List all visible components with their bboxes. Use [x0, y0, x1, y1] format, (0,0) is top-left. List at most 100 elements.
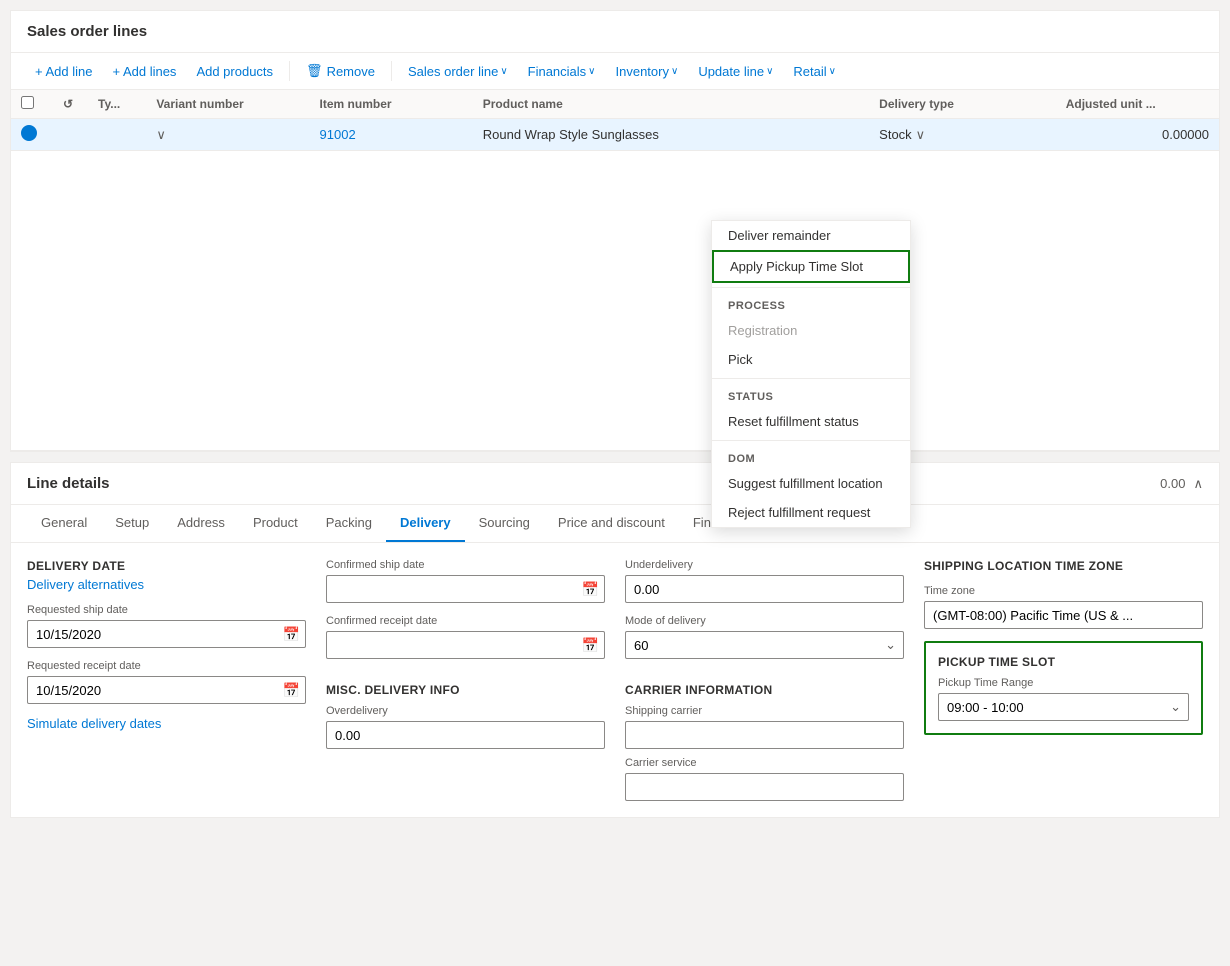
chevron-down-icon: ∨ — [766, 66, 773, 77]
shipping-carrier-input[interactable] — [625, 721, 904, 749]
update-line-button[interactable]: Update line ∨ — [690, 60, 781, 83]
toolbar-separator-2 — [391, 61, 392, 81]
dropdown-reject-fulfillment-request[interactable]: Reject fulfillment request — [712, 498, 910, 527]
table-row[interactable]: ∨ 91002 Round Wrap Style Sunglasses Stoc… — [11, 119, 1219, 151]
pickup-time-slot-label: PICKUP TIME SLOT — [938, 655, 1189, 669]
update-line-dropdown: Deliver remainder Apply Pickup Time Slot… — [711, 220, 911, 528]
pickup-time-slot-box: PICKUP TIME SLOT Pickup Time Range 09:00… — [924, 641, 1203, 735]
chevron-down-icon: ∨ — [671, 66, 678, 77]
mode-of-delivery-label: Mode of delivery — [625, 615, 904, 627]
delivery-date-group: DELIVERY DATE Delivery alternatives — [27, 559, 306, 592]
carrier-info-group: CARRIER INFORMATION — [625, 683, 904, 697]
line-details-value: 0.00 — [1160, 476, 1185, 491]
col-type: Ty... — [88, 90, 146, 119]
calendar-icon-4[interactable]: 📅 — [582, 637, 599, 654]
dropdown-apply-pickup-time-slot[interactable]: Apply Pickup Time Slot — [712, 250, 910, 283]
confirmed-ship-date-label: Confirmed ship date — [326, 559, 605, 571]
mode-of-delivery-select[interactable]: 60 — [625, 631, 904, 659]
dropdown-section-dom: DOM — [712, 445, 910, 469]
requested-ship-date-label: Requested ship date — [27, 604, 306, 616]
tab-delivery[interactable]: Delivery — [386, 505, 465, 542]
dropdown-divider-2 — [712, 378, 910, 379]
collapse-icon[interactable]: ∧ — [1193, 476, 1203, 492]
overdelivery-label: Overdelivery — [326, 705, 605, 717]
add-line-button[interactable]: + Add line — [27, 60, 100, 83]
col-delivery-type: Delivery type — [869, 90, 1056, 119]
simulate-delivery-dates-link[interactable]: Simulate delivery dates — [27, 716, 306, 731]
shipping-location-tz-group: SHIPPING LOCATION TIME ZONE Time zone — [924, 559, 1203, 629]
confirmed-ship-date-input[interactable] — [326, 575, 605, 603]
confirmed-receipt-date-wrap: 📅 — [326, 631, 605, 659]
add-products-button[interactable]: Add products — [188, 60, 281, 83]
carrier-service-input[interactable] — [625, 773, 904, 801]
variant-chevron-icon: ∨ — [156, 127, 166, 142]
carrier-info-section: CARRIER INFORMATION Shipping carrier Car… — [625, 683, 904, 801]
refresh-icon[interactable]: ↺ — [63, 97, 73, 111]
tab-price-and-discount[interactable]: Price and discount — [544, 505, 679, 542]
confirmed-receipt-date-group: Confirmed receipt date 📅 — [326, 615, 605, 659]
requested-ship-date-input-wrap: 📅 — [27, 620, 306, 648]
delivery-options-col: Underdelivery Mode of delivery 60 CARRIE… — [625, 559, 904, 801]
overdelivery-group: Overdelivery — [326, 705, 605, 749]
underdelivery-label: Underdelivery — [625, 559, 904, 571]
chevron-down-icon: ∨ — [588, 66, 595, 77]
remove-button[interactable]: 🗑 Remove — [298, 59, 383, 83]
carrier-info-label: CARRIER INFORMATION — [625, 683, 904, 697]
dropdown-divider-1 — [712, 287, 910, 288]
pickup-time-range-select[interactable]: 09:00 - 10:00 — [938, 693, 1189, 721]
inventory-button[interactable]: Inventory ∨ — [608, 60, 687, 83]
mode-of-delivery-select-wrap: 60 — [625, 631, 904, 659]
pickup-time-range-label: Pickup Time Range — [938, 677, 1189, 689]
sales-order-table: ↺ Ty... Variant number Item number Produ… — [11, 90, 1219, 451]
col-extra — [729, 90, 869, 119]
chevron-down-icon: ∨ — [829, 66, 836, 77]
calendar-icon-3[interactable]: 📅 — [582, 581, 599, 598]
overdelivery-input[interactable] — [326, 721, 605, 749]
delivery-alternatives-link[interactable]: Delivery alternatives — [27, 577, 306, 592]
shipping-location-tz-label: SHIPPING LOCATION TIME ZONE — [924, 559, 1203, 573]
timezone-col: SHIPPING LOCATION TIME ZONE Time zone PI… — [924, 559, 1203, 801]
dropdown-suggest-fulfillment-location[interactable]: Suggest fulfillment location — [712, 469, 910, 498]
calendar-icon-2[interactable]: 📅 — [283, 682, 300, 699]
line-details-title: Line details — [27, 475, 110, 492]
select-all-checkbox[interactable] — [21, 96, 34, 109]
shipping-carrier-group: Shipping carrier — [625, 705, 904, 749]
requested-ship-date-input[interactable] — [27, 620, 306, 648]
calendar-icon[interactable]: 📅 — [283, 626, 300, 643]
dropdown-pick[interactable]: Pick — [712, 345, 910, 374]
requested-receipt-date-input[interactable] — [27, 676, 306, 704]
tab-sourcing[interactable]: Sourcing — [465, 505, 544, 542]
dropdown-reset-fulfillment-status[interactable]: Reset fulfillment status — [712, 407, 910, 436]
line-details-header: Line details 0.00 ∧ — [11, 463, 1219, 505]
dropdown-divider-3 — [712, 440, 910, 441]
underdelivery-group: Underdelivery — [625, 559, 904, 603]
financials-button[interactable]: Financials ∨ — [520, 60, 604, 83]
carrier-service-label: Carrier service — [625, 757, 904, 769]
add-lines-button[interactable]: + Add lines — [104, 60, 184, 83]
col-item-number: Item number — [310, 90, 473, 119]
mode-of-delivery-group: Mode of delivery 60 — [625, 615, 904, 659]
dropdown-deliver-remainder[interactable]: Deliver remainder — [712, 221, 910, 250]
row-radio[interactable] — [21, 125, 37, 141]
underdelivery-input[interactable] — [625, 575, 904, 603]
sales-order-line-button[interactable]: Sales order line ∨ — [400, 60, 516, 83]
empty-row — [11, 151, 1219, 451]
adjusted-unit-cell: 0.00000 — [1056, 119, 1219, 151]
tab-product[interactable]: Product — [239, 505, 312, 542]
time-zone-input[interactable] — [924, 601, 1203, 629]
toolbar-separator-1 — [289, 61, 290, 81]
delivery-form: DELIVERY DATE Delivery alternatives Requ… — [11, 543, 1219, 817]
line-details-card: Line details 0.00 ∧ General Setup Addres… — [10, 462, 1220, 818]
chevron-down-icon: ∨ — [500, 66, 507, 77]
confirmed-ship-date-wrap: 📅 — [326, 575, 605, 603]
item-number-cell: 91002 — [310, 119, 473, 151]
retail-button[interactable]: Retail ∨ — [785, 60, 844, 83]
tab-packing[interactable]: Packing — [312, 505, 386, 542]
tab-setup[interactable]: Setup — [101, 505, 163, 542]
tab-general[interactable]: General — [27, 505, 101, 542]
confirmed-receipt-date-input[interactable] — [326, 631, 605, 659]
tab-address[interactable]: Address — [163, 505, 239, 542]
delivery-type-chevron-icon: ∨ — [916, 127, 926, 143]
delivery-type-cell: Stock — [879, 127, 912, 142]
col-variant-number: Variant number — [146, 90, 309, 119]
